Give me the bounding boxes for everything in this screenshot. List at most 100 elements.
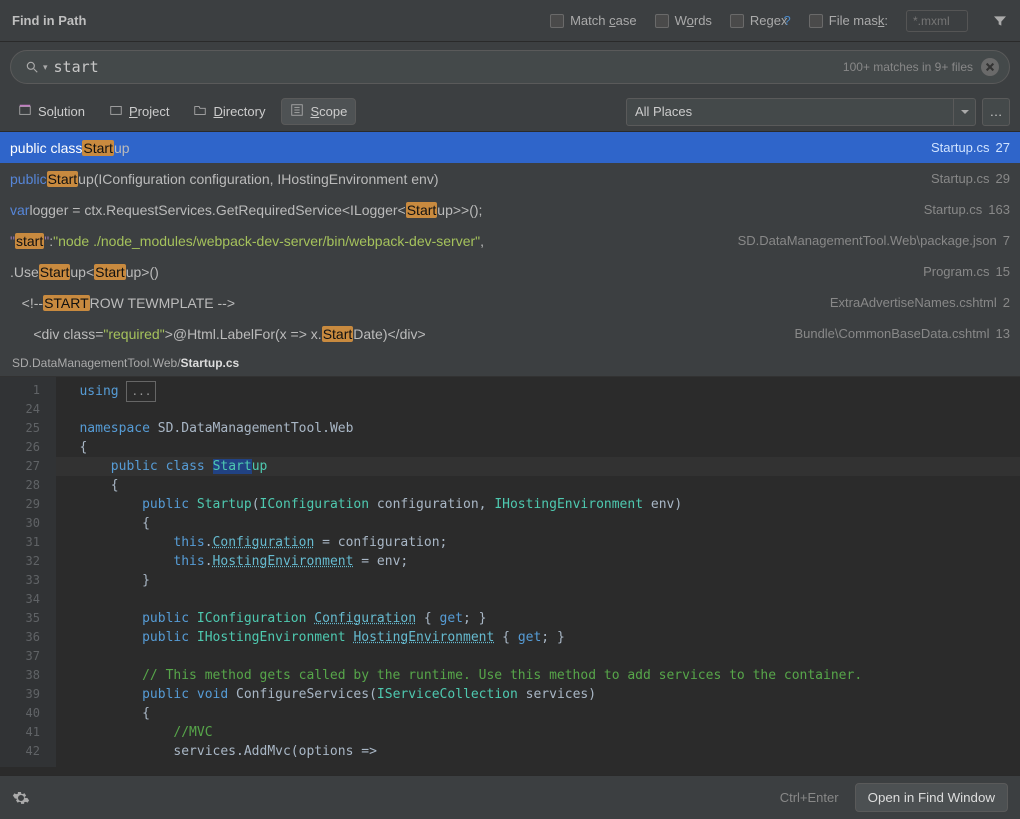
- search-result-row[interactable]: "start": "node ./node_modules/webpack-de…: [0, 225, 1020, 256]
- code-line: // This method gets called by the runtim…: [56, 666, 1020, 685]
- code-line: services.AddMvc(options =>: [56, 742, 1020, 761]
- clear-search-button[interactable]: [981, 58, 999, 76]
- result-location: Startup.cs29: [931, 171, 1010, 186]
- search-input[interactable]: [54, 58, 843, 76]
- code-line: [56, 647, 1020, 666]
- result-text: "start": "node ./node_modules/webpack-de…: [10, 233, 484, 249]
- scope-places-select[interactable]: All Places: [626, 98, 976, 126]
- regex-checkbox[interactable]: Regex ?: [730, 13, 791, 28]
- words-checkbox[interactable]: Words: [655, 13, 712, 28]
- code-line: this.Configuration = configuration;: [56, 533, 1020, 552]
- search-result-row[interactable]: public class Startup Startup.cs27: [0, 132, 1020, 163]
- line-number: 30: [0, 514, 56, 533]
- line-number: 36: [0, 628, 56, 647]
- code-line: public Startup(IConfiguration configurat…: [56, 495, 1020, 514]
- line-number: 39: [0, 685, 56, 704]
- code-line: //MVC: [56, 723, 1020, 742]
- result-location: SD.DataManagementTool.Web\package.json7: [738, 233, 1010, 248]
- close-icon: [985, 62, 995, 72]
- line-number: 38: [0, 666, 56, 685]
- line-number: 26: [0, 438, 56, 457]
- solution-icon: [18, 103, 32, 120]
- result-location: Startup.cs27: [931, 140, 1010, 155]
- filemask-input[interactable]: [906, 10, 968, 32]
- line-number: 35: [0, 609, 56, 628]
- search-result-row[interactable]: var logger = ctx.RequestServices.GetRequ…: [0, 194, 1020, 225]
- filemask-checkbox[interactable]: File mask:: [809, 13, 888, 28]
- code-line: public IConfiguration Configuration { ge…: [56, 609, 1020, 628]
- search-result-row[interactable]: <div class="required">@Html.LabelFor(x =…: [0, 318, 1020, 349]
- gear-icon[interactable]: [12, 789, 30, 807]
- search-result-row[interactable]: .UseStartup<Startup>() Program.cs15: [0, 256, 1020, 287]
- result-text: public Startup(IConfiguration configurat…: [10, 171, 438, 187]
- line-number: 25: [0, 419, 56, 438]
- gutter: 124252627282930313233343536373839404142: [0, 377, 56, 767]
- scope-places-value: All Places: [635, 104, 692, 119]
- result-location: Program.cs15: [923, 264, 1010, 279]
- more-options-button[interactable]: …: [982, 98, 1010, 126]
- code-line: {: [56, 704, 1020, 723]
- line-number: 32: [0, 552, 56, 571]
- code-line: [56, 400, 1020, 419]
- words-label: Words: [675, 13, 712, 28]
- line-number: 33: [0, 571, 56, 590]
- filemask-label: File mask:: [829, 13, 888, 28]
- scope-tab-label: Project: [129, 104, 169, 119]
- line-number: 37: [0, 647, 56, 666]
- line-number: 1: [0, 381, 56, 400]
- matches-info: 100+ matches in 9+ files: [843, 60, 973, 74]
- search-icon: [25, 60, 39, 74]
- result-location: Bundle\CommonBaseData.cshtml13: [794, 326, 1010, 341]
- code-line: public void ConfigureServices(IServiceCo…: [56, 685, 1020, 704]
- result-text: public class Startup: [10, 140, 130, 156]
- line-number: 34: [0, 590, 56, 609]
- search-history-chevron-icon[interactable]: ▾: [43, 62, 48, 73]
- line-number: 24: [0, 400, 56, 419]
- line-number: 40: [0, 704, 56, 723]
- preview-path: SD.DataManagementTool.Web/Startup.cs: [0, 349, 1020, 377]
- match-case-checkbox[interactable]: Match case: [550, 13, 636, 28]
- result-text: <div class="required">@Html.LabelFor(x =…: [10, 326, 426, 342]
- result-text: var logger = ctx.RequestServices.GetRequ…: [10, 202, 482, 218]
- scope-tab-solution[interactable]: Solution: [10, 98, 93, 125]
- scope-tab-project[interactable]: Project: [101, 98, 177, 125]
- dialog-title: Find in Path: [12, 13, 86, 28]
- line-number: 29: [0, 495, 56, 514]
- code-line: using ...: [56, 381, 1020, 400]
- result-text: .UseStartup<Startup>(): [10, 264, 159, 280]
- match-case-label: Match case: [570, 13, 636, 28]
- scope-tab-scope[interactable]: Scope: [281, 98, 356, 125]
- scope-tab-label: Scope: [310, 104, 347, 119]
- search-result-row[interactable]: public Startup(IConfiguration configurat…: [0, 163, 1020, 194]
- regex-label: Regex: [750, 13, 788, 28]
- scope-tab-label: Solution: [38, 104, 85, 119]
- scope-tab-directory[interactable]: Directory: [185, 98, 273, 125]
- filter-icon[interactable]: [992, 13, 1008, 29]
- code-line: public IHostingEnvironment HostingEnviro…: [56, 628, 1020, 647]
- result-location: Startup.cs163: [924, 202, 1010, 217]
- code-line: namespace SD.DataManagementTool.Web: [56, 419, 1020, 438]
- code-preview[interactable]: 124252627282930313233343536373839404142 …: [0, 377, 1020, 767]
- line-number: 31: [0, 533, 56, 552]
- shortcut-hint: Ctrl+Enter: [780, 790, 839, 805]
- search-box[interactable]: ▾ 100+ matches in 9+ files: [10, 50, 1010, 84]
- scope-icon: [290, 103, 304, 120]
- chevron-down-icon: [960, 107, 970, 117]
- code-line: {: [56, 476, 1020, 495]
- code-line: {: [56, 514, 1020, 533]
- search-result-row[interactable]: <!-- START ROW TEWMPLATE --> ExtraAdvert…: [0, 287, 1020, 318]
- regex-help-icon[interactable]: ?: [784, 13, 791, 28]
- project-icon: [109, 103, 123, 120]
- open-in-find-window-button[interactable]: Open in Find Window: [855, 783, 1008, 812]
- code-line: [56, 590, 1020, 609]
- line-number: 27: [0, 457, 56, 476]
- code-line: {: [56, 438, 1020, 457]
- directory-icon: [193, 103, 207, 120]
- line-number: 28: [0, 476, 56, 495]
- line-number: 41: [0, 723, 56, 742]
- result-location: ExtraAdvertiseNames.cshtml2: [830, 295, 1010, 310]
- scope-tab-label: Directory: [213, 104, 265, 119]
- code-line: this.HostingEnvironment = env;: [56, 552, 1020, 571]
- code-line: }: [56, 571, 1020, 590]
- line-number: 42: [0, 742, 56, 761]
